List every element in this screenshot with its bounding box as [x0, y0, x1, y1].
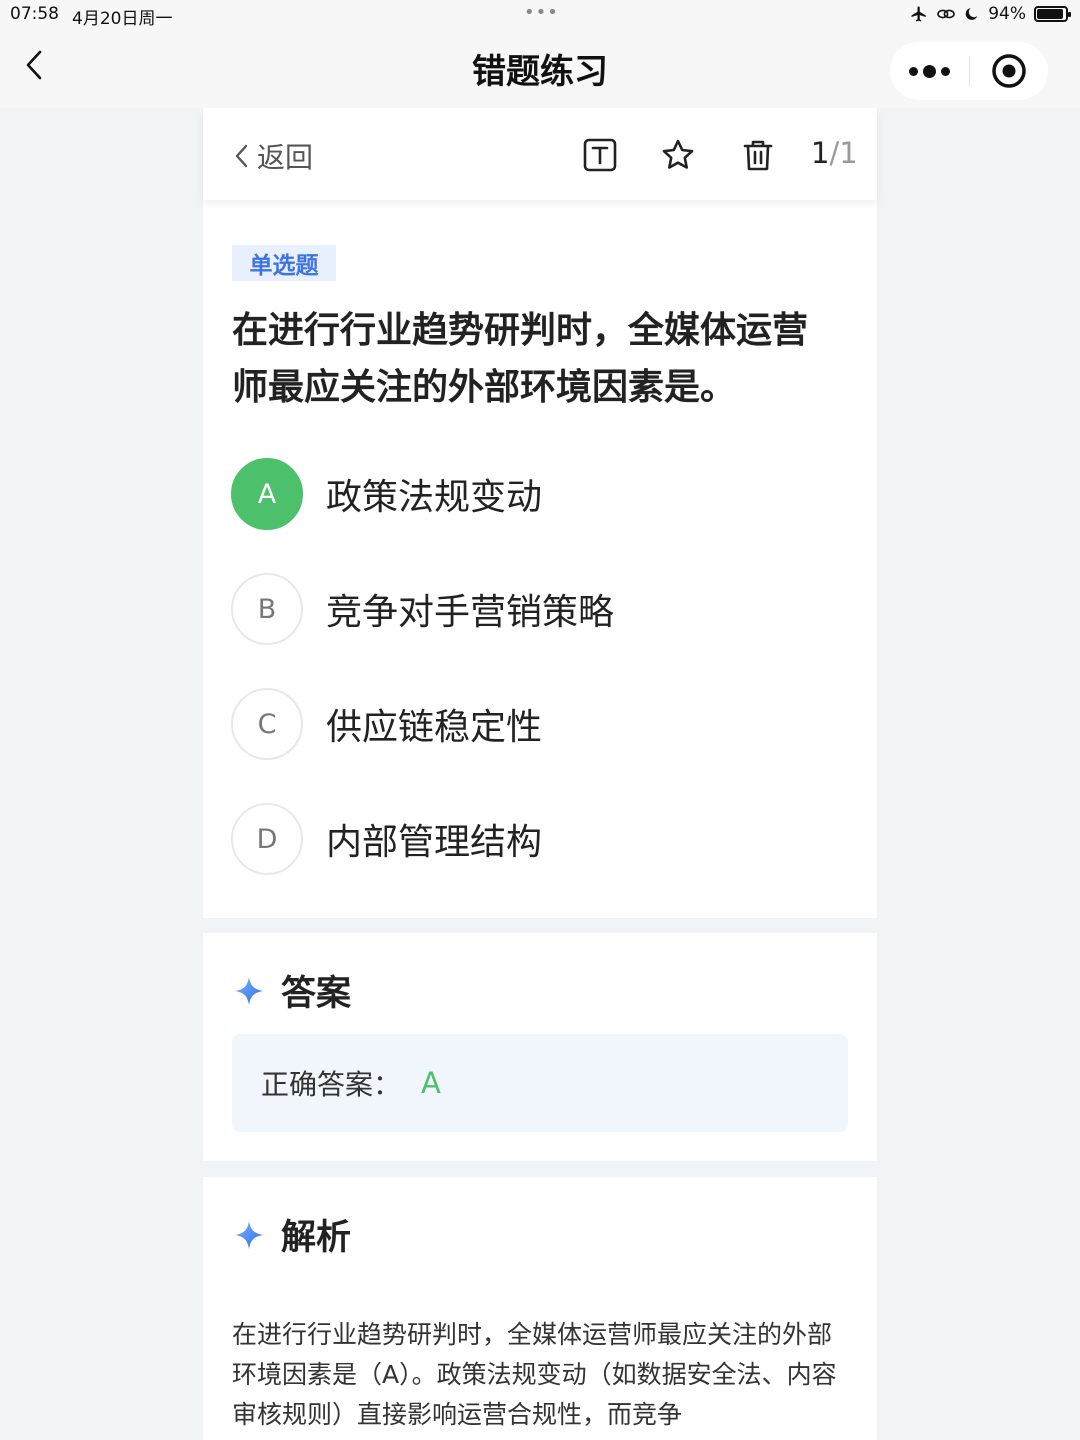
option-a[interactable]: A 政策法规变动	[231, 458, 851, 530]
question-toolbar: 返回 1/1	[203, 108, 877, 200]
option-text: 政策法规变动	[326, 477, 543, 518]
option-text: 竞争对手营销策略	[326, 592, 615, 633]
option-text: 内部管理结构	[326, 822, 543, 863]
analysis-header: 解析	[233, 1209, 351, 1260]
text-mode-icon[interactable]	[583, 138, 617, 172]
page-counter: 1/1	[811, 136, 858, 170]
option-c[interactable]: C 供应链稳定性	[231, 688, 851, 760]
option-d[interactable]: D 内部管理结构	[231, 803, 851, 875]
option-b[interactable]: B 竞争对手营销策略	[231, 573, 851, 645]
more-dots-icon[interactable]	[890, 42, 969, 100]
answer-title: 答案	[281, 974, 352, 1014]
question-card: 单选题 在进行行业趋势研判时，全媒体运营师最应关注的外部环境因素是。 A 政策法…	[203, 200, 877, 918]
link-icon	[937, 9, 956, 19]
answer-header: 答案	[233, 965, 351, 1016]
analysis-section: 解析 在进行行业趋势研判时，全媒体运营师最应关注的外部环境因素是（A）。政策法规…	[203, 1177, 877, 1440]
back-label: 返回	[257, 141, 314, 174]
moon-icon	[965, 8, 978, 20]
option-letter: D	[231, 803, 303, 875]
analysis-title: 解析	[281, 1218, 352, 1258]
sparkle-icon	[235, 1220, 263, 1249]
question-text: 在进行行业趋势研判时，全媒体运营师最应关注的外部环境因素是。	[232, 310, 809, 408]
status-time: 07:58	[10, 4, 59, 24]
sparkle-icon	[235, 976, 263, 1005]
page-current: 1	[811, 136, 830, 170]
chevron-left-icon	[235, 144, 248, 168]
miniprogram-capsule	[890, 42, 1048, 100]
correct-answer-value: A	[421, 1066, 441, 1100]
status-date: 4月20日周一	[72, 9, 173, 29]
correct-answer-label: 正确答案：	[261, 1068, 402, 1101]
nav-bar: 错题练习	[0, 30, 1080, 108]
target-icon[interactable]	[970, 42, 1048, 100]
status-bar: 07:58 4月20日周一 ••• 94%	[0, 0, 1080, 30]
correct-answer-box: 正确答案： A	[232, 1034, 848, 1132]
status-icons: 94%	[910, 4, 1071, 24]
question-type-badge: 单选题	[232, 245, 336, 281]
back-button[interactable]: 返回	[233, 136, 313, 176]
analysis-text: 在进行行业趋势研判时，全媒体运营师最应关注的外部环境因素是（A）。政策法规变动（…	[232, 1320, 837, 1429]
airplane-icon	[911, 6, 926, 22]
trash-icon[interactable]	[741, 138, 775, 172]
option-letter: C	[231, 688, 303, 760]
multitask-dots-icon[interactable]: •••	[524, 2, 559, 23]
page-total: 1	[839, 136, 858, 170]
battery-icon	[1034, 6, 1071, 22]
answer-section: 答案 正确答案： A	[203, 933, 877, 1161]
option-letter: B	[231, 573, 303, 645]
page-separator: /	[829, 136, 840, 170]
option-letter: A	[231, 458, 303, 530]
star-icon[interactable]	[661, 138, 695, 172]
option-text: 供应链稳定性	[326, 707, 543, 748]
battery-percent: 94%	[988, 4, 1026, 24]
